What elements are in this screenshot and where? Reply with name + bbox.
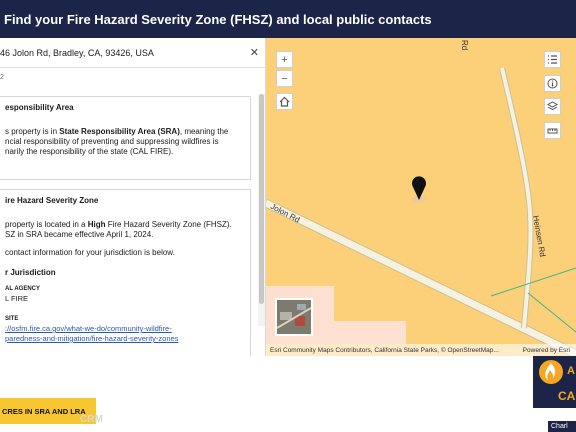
fire-hazard-zone-card: ire Hazard Severity Zone property is loc… (0, 189, 251, 356)
zoom-in-button[interactable]: + (276, 51, 293, 68)
body-text: Fire Hazard Severity Zone (FHSZ). (105, 220, 232, 229)
card-body: s property is in State Responsibility Ar… (5, 127, 242, 157)
boundary-line (490, 267, 576, 297)
body-text: property is located in a (5, 220, 88, 229)
body-text: , meaning the (179, 127, 229, 136)
agency-label: AL AGENCY (5, 286, 41, 292)
layers-button[interactable] (544, 98, 561, 115)
location-pin-icon (412, 176, 426, 202)
road-label-jolon: Jolon Rd (269, 202, 301, 225)
close-icon[interactable]: ✕ (250, 46, 259, 59)
parcel-number-text: 2 (0, 74, 4, 81)
website-label: SITE (5, 316, 19, 322)
legend-button[interactable] (544, 51, 561, 68)
svg-text:A: A (567, 365, 575, 377)
app-header: Find your Fire Hazard Severity Zone (FHS… (0, 0, 576, 38)
boundary-line (527, 292, 576, 333)
map-view[interactable]: Jolon Rd Heinsen Rd Rd + − Esri Communit… (266, 38, 576, 356)
body-text: narily the responsibility of the state (… (5, 147, 174, 156)
info-button[interactable] (544, 75, 561, 92)
home-icon (279, 96, 290, 107)
satellite-thumbnail-image (277, 300, 311, 334)
flame-logo-icon: A CA (539, 360, 576, 403)
body-text: ncial responsibility of preventing and s… (5, 137, 219, 146)
page-title: Find your Fire Hazard Severity Zone (FHS… (4, 11, 432, 27)
chat-tab[interactable]: Charl (548, 421, 576, 432)
body-text: SZ in SRA became effective April 1, 2024… (5, 230, 154, 239)
map-attribution: Esri Community Maps Contributors, Califo… (266, 344, 576, 356)
hazard-level: High (87, 220, 106, 229)
svg-text:CA: CA (558, 389, 576, 403)
body-text: s property is in (5, 127, 60, 136)
zoom-out-button[interactable]: − (276, 70, 293, 87)
scrollbar-thumb[interactable] (259, 94, 264, 304)
card-body: property is located in a High Fire Hazar… (5, 220, 242, 240)
card-title: esponsibility Area (5, 103, 74, 112)
card-title: ire Hazard Severity Zone (5, 196, 99, 205)
list-icon (548, 55, 557, 64)
powered-by-text[interactable]: Powered by Esri (523, 347, 570, 354)
sra-label: State Responsibility Area (SRA) (59, 127, 180, 136)
address-text: 46 Jolon Rd, Bradley, CA, 93426, USA (0, 47, 154, 58)
attribution-text: Esri Community Maps Contributors, Califo… (270, 346, 499, 354)
home-button[interactable] (276, 93, 293, 110)
agency-value: L FIRE (5, 294, 29, 303)
info-panel: 46 Jolon Rd, Bradley, CA, 93426, USA ✕ 2… (0, 38, 266, 356)
ruler-icon (547, 128, 558, 134)
measure-button[interactable] (544, 122, 561, 139)
jurisdiction-title: r Jurisdiction (5, 268, 56, 277)
calfire-logo: A CA (533, 356, 576, 408)
layers-icon (547, 101, 558, 111)
watermark-text: CRM (80, 414, 103, 425)
panel-scrollbar[interactable] (258, 94, 265, 326)
road-label-top: Rd (460, 40, 469, 50)
contact-info-text: contact information for your jurisdictio… (5, 248, 175, 257)
info-icon (547, 78, 558, 89)
parcel-number: 2 (0, 68, 265, 98)
website-link[interactable]: ://osfm.fire.ca.gov/what-we-do/community… (5, 324, 242, 334)
address-bar: 46 Jolon Rd, Bradley, CA, 93426, USA ✕ (0, 38, 265, 68)
basemap-toggle-thumbnail[interactable] (275, 298, 313, 336)
website-link-continued[interactable]: paredness-and-mitigation/fire-hazard-sev… (5, 334, 242, 344)
responsibility-area-card: esponsibility Area s property is in Stat… (0, 96, 251, 180)
banner-text: CRES IN SRA AND LRA (2, 406, 86, 416)
